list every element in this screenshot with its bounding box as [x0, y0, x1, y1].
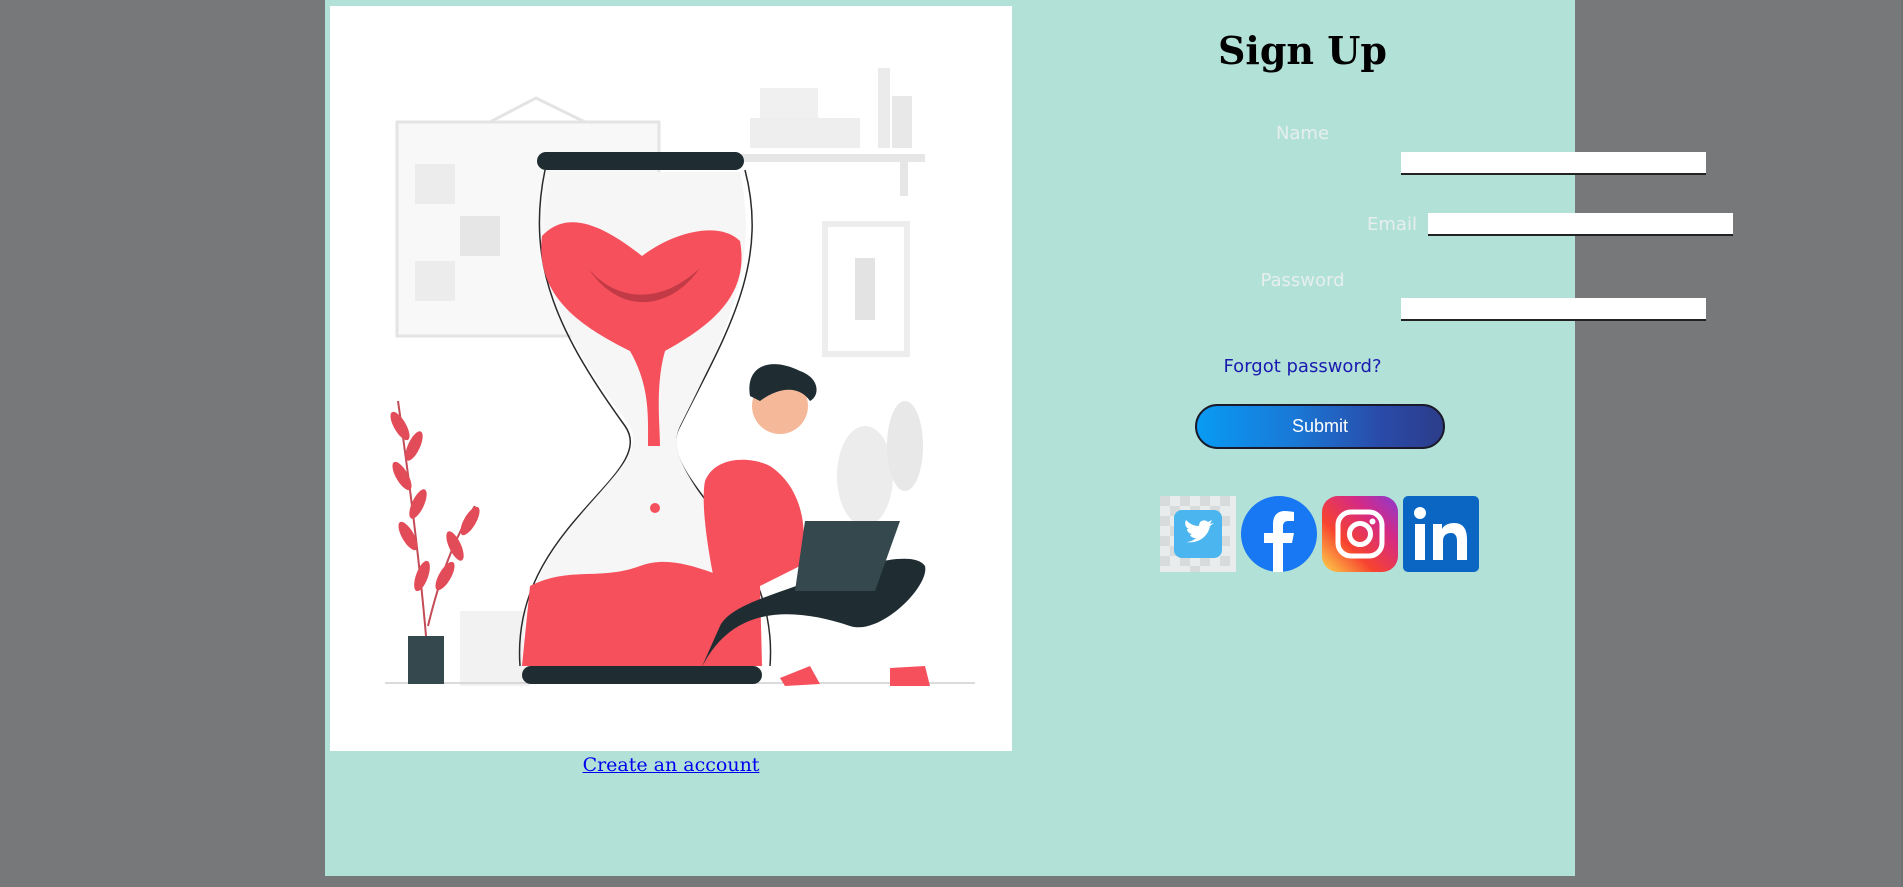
signup-card: Create an account Sign Up Name Email Pas…: [325, 0, 1733, 876]
linkedin-icon[interactable]: [1403, 496, 1479, 572]
social-icons: [1160, 496, 1479, 572]
page-title: Sign Up: [1217, 28, 1387, 73]
submit-button[interactable]: Submit: [1195, 404, 1445, 449]
illustration-panel: [330, 6, 1012, 751]
email-field[interactable]: [1428, 213, 1733, 236]
password-field[interactable]: [1401, 298, 1706, 321]
email-label: Email: [1367, 214, 1417, 235]
forgot-password-link[interactable]: Forgot password?: [1030, 356, 1575, 377]
create-account-link[interactable]: Create an account: [330, 754, 1012, 776]
hourglass-person-laptop-illustration: [385, 68, 975, 686]
name-field[interactable]: [1401, 152, 1706, 175]
name-label: Name: [1275, 123, 1330, 144]
twitter-icon[interactable]: [1160, 496, 1236, 572]
instagram-icon[interactable]: [1322, 496, 1398, 572]
facebook-icon[interactable]: [1241, 496, 1317, 572]
password-label: Password: [1260, 270, 1345, 291]
